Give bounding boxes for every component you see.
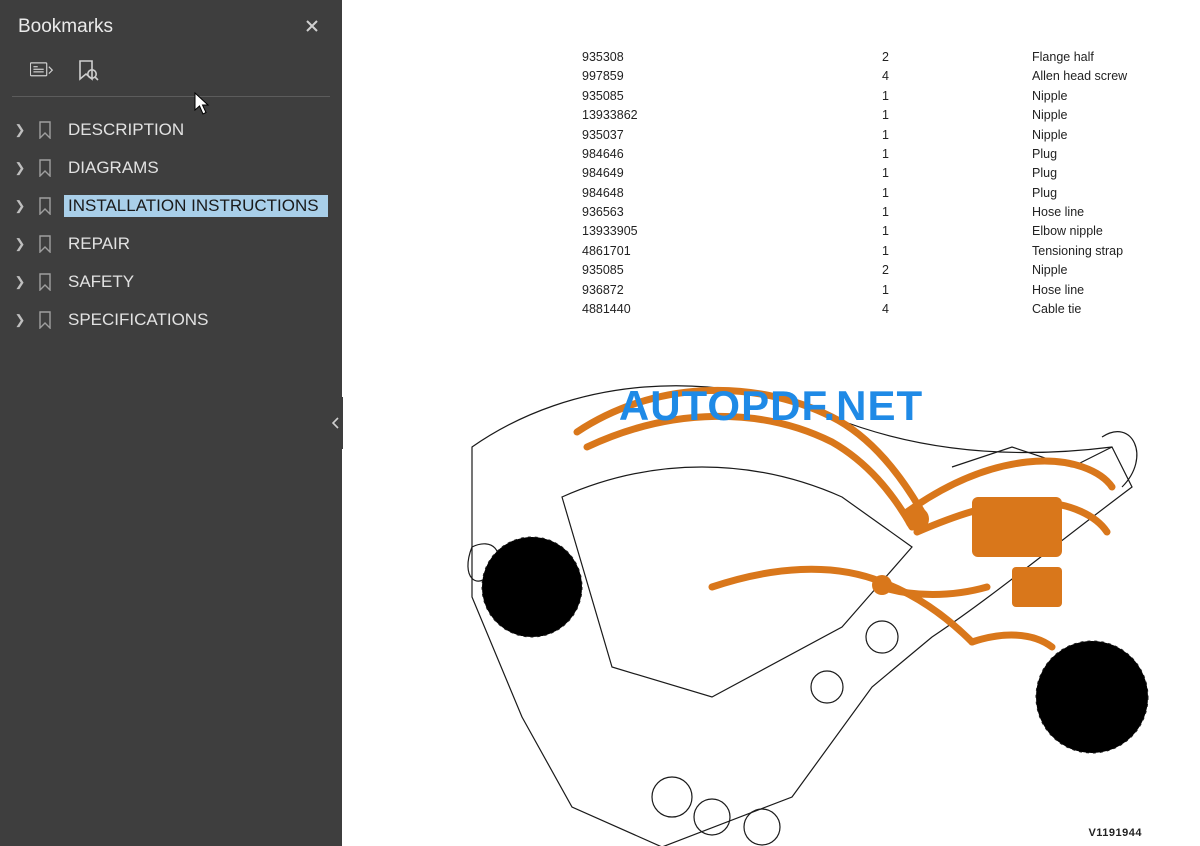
table-row: 139339051Elbow nipple	[582, 222, 1162, 241]
collapse-sidebar-button[interactable]	[329, 397, 343, 449]
bookmarks-header: Bookmarks	[0, 0, 342, 50]
parts-table: 9353082Flange half 9978594Allen head scr…	[582, 48, 1162, 319]
table-row: 9978594Allen head screw	[582, 67, 1162, 86]
technical-diagram: V1191944	[412, 337, 1172, 846]
bookmark-icon	[36, 159, 54, 177]
table-row: 9846461Plug	[582, 145, 1162, 164]
bookmark-icon	[36, 121, 54, 139]
table-row: 9350852Nipple	[582, 261, 1162, 280]
chevron-right-icon: ❯	[14, 312, 26, 328]
bookmark-label: DIAGRAMS	[64, 157, 328, 179]
bookmark-icon	[36, 235, 54, 253]
table-row: 9846491Plug	[582, 164, 1162, 183]
table-row: 9353082Flange half	[582, 48, 1162, 67]
bookmark-item-safety[interactable]: ❯ SAFETY	[8, 263, 334, 301]
close-icon[interactable]	[298, 12, 326, 42]
bookmark-label: REPAIR	[64, 233, 328, 255]
bookmark-item-repair[interactable]: ❯ REPAIR	[8, 225, 334, 263]
table-row: 9350371Nipple	[582, 126, 1162, 145]
bookmarks-title: Bookmarks	[18, 16, 113, 38]
table-row: 9350851Nipple	[582, 87, 1162, 106]
chevron-right-icon: ❯	[14, 160, 26, 176]
document-page: 9353082Flange half 9978594Allen head scr…	[402, 0, 1182, 846]
bookmarks-panel: Bookmarks ❯	[0, 0, 342, 846]
table-row: 9846481Plug	[582, 184, 1162, 203]
table-row: 139338621Nipple	[582, 106, 1162, 125]
bookmark-icon	[36, 311, 54, 329]
bookmark-icon	[36, 273, 54, 291]
bookmark-icon	[36, 197, 54, 215]
table-row: 48814404Cable tie	[582, 300, 1162, 319]
bookmark-label: INSTALLATION INSTRUCTIONS	[64, 195, 328, 217]
bookmark-item-specifications[interactable]: ❯ SPECIFICATIONS	[8, 301, 334, 339]
chevron-right-icon: ❯	[14, 236, 26, 252]
bookmark-label: SPECIFICATIONS	[64, 309, 328, 331]
chevron-right-icon: ❯	[14, 122, 26, 138]
bookmark-list: ❯ DESCRIPTION ❯ DIAGRAMS ❯ INSTALLATION …	[0, 97, 342, 846]
bookmark-label: SAFETY	[64, 271, 328, 293]
find-bookmark-icon[interactable]	[76, 60, 100, 82]
chevron-right-icon: ❯	[14, 198, 26, 214]
options-icon[interactable]	[30, 60, 54, 82]
document-viewport[interactable]: 9353082Flange half 9978594Allen head scr…	[342, 0, 1200, 846]
table-row: 9365631Hose line	[582, 203, 1162, 222]
bookmark-label: DESCRIPTION	[64, 119, 328, 141]
bookmark-item-installation[interactable]: ❯ INSTALLATION INSTRUCTIONS	[8, 187, 334, 225]
bookmarks-toolbar	[12, 50, 330, 97]
table-row: 48617011Tensioning strap	[582, 242, 1162, 261]
bookmark-item-diagrams[interactable]: ❯ DIAGRAMS	[8, 149, 334, 187]
table-row: 9368721Hose line	[582, 281, 1162, 300]
figure-reference: V1191944	[1088, 827, 1142, 839]
chevron-right-icon: ❯	[14, 274, 26, 290]
bookmark-item-description[interactable]: ❯ DESCRIPTION	[8, 111, 334, 149]
